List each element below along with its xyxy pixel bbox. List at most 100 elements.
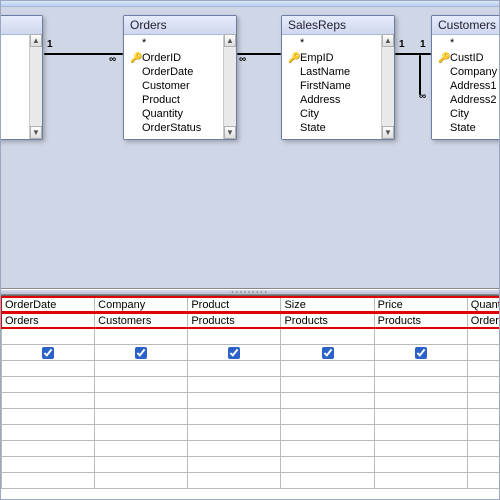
field-custid[interactable]: 🔑CustID (432, 51, 499, 65)
field-product[interactable]: Product (124, 93, 236, 107)
field-orderid[interactable]: 🔑OrderID (124, 51, 236, 65)
scroll-up-icon[interactable]: ▲ (224, 34, 236, 47)
grid-cell[interactable] (95, 361, 188, 377)
grid-cell[interactable]: Price (374, 297, 467, 313)
scroll-up-icon[interactable]: ▲ (382, 34, 394, 47)
grid-cell[interactable]: Size (281, 297, 374, 313)
show-checkbox[interactable] (42, 347, 54, 359)
table-orders[interactable]: Orders * 🔑OrderID OrderDate Customer Pro… (123, 15, 237, 140)
grid-cell[interactable]: Customers (95, 313, 188, 329)
grid-cell[interactable]: Products (188, 313, 281, 329)
scroll-down-icon[interactable]: ▼ (224, 126, 236, 139)
grid-cell[interactable] (95, 393, 188, 409)
grid-cell[interactable] (467, 377, 499, 393)
field-city[interactable]: City (282, 107, 394, 121)
grid-cell[interactable] (188, 361, 281, 377)
grid-cell[interactable] (281, 409, 374, 425)
grid-cell[interactable] (95, 441, 188, 457)
grid-cell[interactable] (281, 345, 374, 361)
grid-cell[interactable] (188, 393, 281, 409)
field-state[interactable]: State (282, 121, 394, 135)
field-address2[interactable]: Address2 (432, 93, 499, 107)
grid-cell[interactable] (2, 377, 95, 393)
grid-cell[interactable] (467, 425, 499, 441)
grid-cell[interactable] (467, 329, 499, 345)
grid-cell[interactable] (95, 377, 188, 393)
table-salesreps[interactable]: SalesReps * 🔑EmpID LastName FirstName Ad… (281, 15, 395, 140)
table-customers[interactable]: Customers * 🔑CustID Company Address1 Add… (431, 15, 499, 140)
scroll-up-icon[interactable]: ▲ (30, 34, 42, 47)
grid-cell[interactable] (188, 425, 281, 441)
grid-cell[interactable] (2, 473, 95, 489)
field-address1[interactable]: Address1 (432, 79, 499, 93)
grid-cell[interactable] (2, 345, 95, 361)
field-orderdate[interactable]: OrderDate (124, 65, 236, 79)
table-products[interactable]: Products * 🔑SKU Product Size Price Cost … (1, 15, 43, 140)
field-state[interactable]: State (432, 121, 499, 135)
grid-cell[interactable] (281, 361, 374, 377)
grid-cell[interactable] (2, 441, 95, 457)
scrollbar[interactable]: ▲ ▼ (29, 34, 42, 139)
grid-cell[interactable] (467, 441, 499, 457)
grid-cell[interactable] (374, 345, 467, 361)
field-star[interactable]: * (282, 37, 394, 51)
grid-cell[interactable] (2, 457, 95, 473)
grid-cell[interactable] (95, 457, 188, 473)
grid-cell[interactable] (188, 473, 281, 489)
grid-cell[interactable] (2, 409, 95, 425)
grid-cell[interactable] (374, 409, 467, 425)
show-checkbox[interactable] (228, 347, 240, 359)
scrollbar[interactable]: ▲ ▼ (381, 34, 394, 139)
grid-cell[interactable]: OrderDate (2, 297, 95, 313)
field-firstname[interactable]: FirstName (282, 79, 394, 93)
grid-cell[interactable]: Quantity (467, 297, 499, 313)
field-company[interactable]: Company (432, 65, 499, 79)
field-orderstatus[interactable]: OrderStatus (124, 121, 236, 135)
grid-cell[interactable] (467, 345, 499, 361)
grid-cell[interactable] (374, 441, 467, 457)
grid-cell[interactable] (374, 393, 467, 409)
grid-cell[interactable] (281, 377, 374, 393)
field-quantity[interactable]: Quantity (124, 107, 236, 121)
show-checkbox[interactable] (135, 347, 147, 359)
diagram-pane[interactable]: Products * 🔑SKU Product Size Price Cost … (1, 7, 499, 289)
grid-cell[interactable] (188, 345, 281, 361)
grid-cell[interactable] (95, 473, 188, 489)
grid-cell[interactable] (2, 425, 95, 441)
relationship-line[interactable] (395, 53, 431, 55)
grid-cell[interactable] (95, 345, 188, 361)
field-star[interactable]: * (432, 37, 499, 51)
query-grid-pane[interactable]: OrderDate Company Product Size Price Qua… (1, 295, 499, 499)
grid-cell[interactable] (95, 425, 188, 441)
grid-cell[interactable] (188, 409, 281, 425)
grid-cell[interactable] (467, 457, 499, 473)
field-city[interactable]: City (432, 107, 499, 121)
field-customer[interactable]: Customer (124, 79, 236, 93)
grid-cell[interactable] (188, 377, 281, 393)
field-empid[interactable]: 🔑EmpID (282, 51, 394, 65)
grid-cell[interactable] (467, 473, 499, 489)
show-checkbox[interactable] (415, 347, 427, 359)
field-star[interactable]: * (124, 37, 236, 51)
grid-cell[interactable] (2, 361, 95, 377)
grid-cell[interactable]: Orders (467, 313, 499, 329)
grid-cell[interactable] (374, 377, 467, 393)
field-lastname[interactable]: LastName (282, 65, 394, 79)
grid-cell[interactable] (467, 393, 499, 409)
relationship-line[interactable] (419, 55, 421, 95)
scroll-down-icon[interactable]: ▼ (30, 126, 42, 139)
scroll-down-icon[interactable]: ▼ (382, 126, 394, 139)
grid-cell[interactable]: Product (188, 297, 281, 313)
grid-cell[interactable] (188, 457, 281, 473)
grid-cell[interactable] (374, 361, 467, 377)
grid-cell[interactable] (95, 329, 188, 345)
grid-cell[interactable] (281, 457, 374, 473)
grid-cell[interactable] (95, 409, 188, 425)
grid-cell[interactable] (374, 473, 467, 489)
show-checkbox[interactable] (322, 347, 334, 359)
grid-cell[interactable] (188, 441, 281, 457)
grid-cell[interactable] (281, 425, 374, 441)
scrollbar[interactable]: ▲ ▼ (223, 34, 236, 139)
grid-cell[interactable] (467, 409, 499, 425)
grid-cell[interactable]: Products (374, 313, 467, 329)
